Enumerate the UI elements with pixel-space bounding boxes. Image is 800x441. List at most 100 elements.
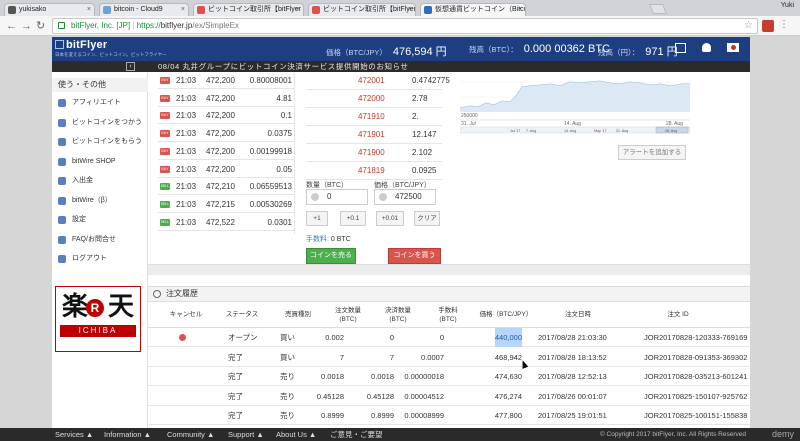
site-identity: bitFlyer, Inc. [JP] <box>71 21 131 30</box>
history-settled: 0 <box>389 333 394 342</box>
tab-close-icon[interactable]: × <box>518 4 522 16</box>
add-alert-button[interactable]: アラートを追加する <box>618 145 686 160</box>
history-row[interactable]: 完了 売り 0.8999 0.8999 0.00008999 477,800 2017/08… <box>148 406 750 425</box>
trade-price: 472,522 <box>206 217 235 227</box>
buy-coin-button[interactable]: コインを買う <box>388 248 441 264</box>
account-icon[interactable] <box>702 43 711 52</box>
tab-close-icon[interactable]: × <box>296 4 300 16</box>
language-flag-icon[interactable] <box>727 43 739 52</box>
fee-display: 手数料: 0 BTC <box>306 236 351 243</box>
history-id: JOR20170828-091353-369302 <box>644 352 748 362</box>
orderbook-row[interactable]: 471901 12.147 <box>306 126 442 144</box>
rakuten-ichiba-ad[interactable]: 楽 R 天 ICHIBA <box>55 286 141 352</box>
new-tab-button[interactable] <box>649 4 667 14</box>
trade-qty: 0.1 <box>280 111 292 121</box>
menu-icon[interactable]: ⋮ <box>778 20 790 32</box>
collapse-sidebar-icon[interactable]: ‹ <box>126 62 135 71</box>
trade-qty: 0.06559513 <box>249 182 292 192</box>
extension-icon[interactable] <box>762 20 774 32</box>
browser-tab-1[interactable]: bitcoin - Cloud9 × <box>99 3 189 16</box>
history-col-header: 売買種別 <box>285 311 311 318</box>
history-col-header: 注文 ID <box>667 311 689 318</box>
bitflyer-logo[interactable]: bitFlyer <box>55 39 107 51</box>
history-row[interactable]: 完了 売り 0.45128 0.45128 0.00004512 476,274 2017/… <box>148 387 750 406</box>
nav-tick-0: Jul '17 <box>510 129 520 133</box>
orderbook-row[interactable]: 472001 0.4742775 <box>306 72 450 90</box>
nav-tick-1: 7. Aug <box>526 129 536 133</box>
orderbook-price: 472000 <box>358 94 385 103</box>
mail-icon[interactable] <box>675 43 686 53</box>
history-row[interactable]: 完了 買い 7 7 0.0007 468,942 2017/08/28 18:13:52 JO… <box>148 348 750 367</box>
browser-tab-3[interactable]: ビットコイン取引所【bitFlyer Lig× <box>308 3 416 16</box>
tab-close-icon[interactable]: × <box>87 4 91 16</box>
sidebar-item-6[interactable]: 設定 <box>52 211 148 229</box>
cancel-order-icon[interactable] <box>179 334 186 341</box>
trade-time: 21:03 <box>176 76 197 85</box>
orderbook-row[interactable]: 471819 0.0925 <box>306 162 442 180</box>
bookmark-star-icon[interactable]: ☆ <box>744 19 753 33</box>
chart-y-tick: 250000 <box>461 113 478 119</box>
trade-qty: 4.81 <box>276 93 292 103</box>
clear-button[interactable]: クリア <box>414 211 440 226</box>
orderbook-row[interactable]: 471910 2. <box>306 108 442 126</box>
history-price: 468,942 <box>494 352 522 362</box>
sidebar-item-1[interactable]: ビットコインをつかう <box>52 114 148 132</box>
add-0.01-button[interactable]: +0.01 <box>376 211 404 226</box>
history-type: 売り <box>280 372 295 381</box>
history-col-header: 価格（BTC/JPY） <box>479 311 533 318</box>
footer-link-3[interactable]: Support ▲ <box>228 428 264 441</box>
sidebar-item-2[interactable]: ビットコインをもらう <box>52 133 148 151</box>
add-0.1-button[interactable]: +0.1 <box>340 211 366 226</box>
footer-link-0[interactable]: Services ▲ <box>55 428 93 441</box>
trade-qty: 0.00530269 <box>249 199 292 209</box>
quantity-input[interactable]: 0 <box>306 189 368 205</box>
reload-icon[interactable]: ↻ <box>36 19 45 33</box>
sidebar-item-label: FAQ/お問合せ <box>72 235 116 243</box>
tab-close-icon[interactable]: × <box>408 4 412 16</box>
browser-tab-4[interactable]: 仮想通貨ビットコイン（Bitcoin）× <box>420 3 526 16</box>
forward-icon[interactable]: → <box>21 19 32 33</box>
footer-link-4[interactable]: About Us ▲ <box>276 428 316 441</box>
sell-coin-button[interactable]: コインを売る <box>306 248 356 264</box>
back-icon[interactable]: ← <box>6 19 17 33</box>
price-input[interactable]: 472500 <box>374 189 436 205</box>
history-settled: 0.45128 <box>366 391 394 401</box>
history-type: 買い <box>280 333 295 342</box>
history-status: 完了 <box>228 352 243 362</box>
lock-icon <box>58 22 65 29</box>
footer-link-1[interactable]: Information ▲ <box>104 428 151 441</box>
add-1-button[interactable]: +1 <box>306 211 328 226</box>
browser-tab-2[interactable]: ビットコイン取引所【bitFlyer Lig × <box>193 3 304 16</box>
tab-close-icon[interactable]: × <box>181 4 185 16</box>
trade-time: 21:03 <box>176 129 197 139</box>
history-date: 2017/08/28 21:03:30 <box>538 333 607 342</box>
url-path: /ex/SimpleEx <box>192 21 239 30</box>
trade-price: 472,200 <box>206 93 235 103</box>
footer-link-5[interactable]: ご意見・ご要望 <box>330 428 383 441</box>
sidebar-item-label: 設定 <box>72 216 86 223</box>
sidebar-item-4[interactable]: 入出金 <box>52 172 148 190</box>
history-fee: 0 <box>439 333 444 342</box>
orderbook-row[interactable]: 472000 2.78 <box>306 90 442 108</box>
trade-side-badge: BUY <box>160 77 170 84</box>
price-chart[interactable]: 250000 31. Jul 14. Aug 28. Aug Jul '17 7… <box>460 72 690 134</box>
price-display: 価格（BTC/JPY） 476,594 円 <box>326 46 447 58</box>
orderbook-row[interactable]: 471900 2.102 <box>306 144 442 162</box>
notice-text[interactable]: 08/04 丸井グループにビットコイン決済サービス提供開始のお知らせ <box>158 61 409 72</box>
history-row[interactable]: 完了 売り 0.0018 0.0018 0.00000018 474,630 2017/08… <box>148 367 750 386</box>
browser-user-name[interactable]: Yuki <box>781 2 794 9</box>
sidebar-item-3[interactable]: bitWire SHOP <box>52 153 148 171</box>
footer-link-2[interactable]: Community ▲ <box>167 428 214 441</box>
trade-side-badge: BUY <box>160 112 170 120</box>
address-bar[interactable]: bitFlyer, Inc. [JP] | https://bitflyer.j… <box>52 18 758 34</box>
browser-tab-0[interactable]: yukisako × <box>4 3 95 16</box>
nav-tick-5: 28. Aug <box>665 129 677 133</box>
sidebar-item-8[interactable]: ログアウト <box>52 250 148 268</box>
history-col-header: 注文日時 <box>565 311 591 318</box>
tab-favicon-icon <box>197 6 205 14</box>
sidebar-item-0[interactable]: アフィリエイト <box>52 94 148 112</box>
history-row[interactable]: オープン 買い 0.002 0 0 440,000 2017/08/28 21:03:30 J… <box>148 328 750 347</box>
sidebar-item-7[interactable]: FAQ/お問合せ <box>52 231 148 249</box>
trade-qty: 0.00199918 <box>249 146 292 156</box>
sidebar-item-5[interactable]: bitWire（β） <box>52 192 148 210</box>
